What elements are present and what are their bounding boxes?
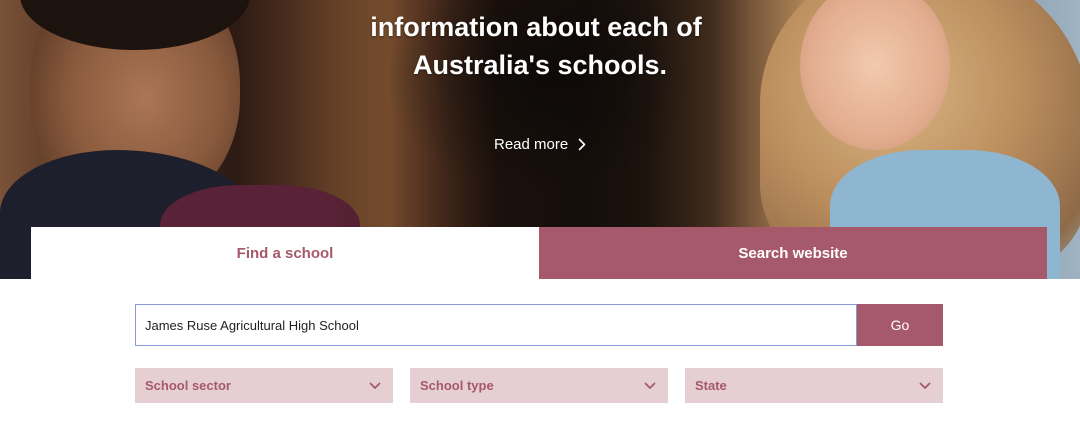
chevron-down-icon [369,382,381,389]
tab-label: Search website [738,244,848,262]
go-button[interactable]: Go [857,304,943,346]
read-more-link[interactable]: Read more [494,134,586,154]
tab-search-website[interactable]: Search website [539,227,1047,279]
chevron-right-icon [578,138,586,150]
dropdown-label: State [695,378,727,393]
school-type-dropdown[interactable]: School type [410,368,668,403]
hero-heading-line: Australia's schools. [412,50,667,80]
chevron-down-icon [644,382,656,389]
read-more-label: Read more [494,135,569,153]
school-sector-dropdown[interactable]: School sector [135,368,393,403]
school-search-input[interactable] [135,304,857,346]
tab-label: Find a school [236,244,334,262]
dropdown-label: School type [420,378,494,393]
tab-find-a-school[interactable]: Find a school [31,227,539,279]
state-dropdown[interactable]: State [685,368,943,403]
chevron-down-icon [919,382,931,389]
dropdown-label: School sector [145,378,231,393]
hero-heading-line: information about each of [370,12,702,42]
